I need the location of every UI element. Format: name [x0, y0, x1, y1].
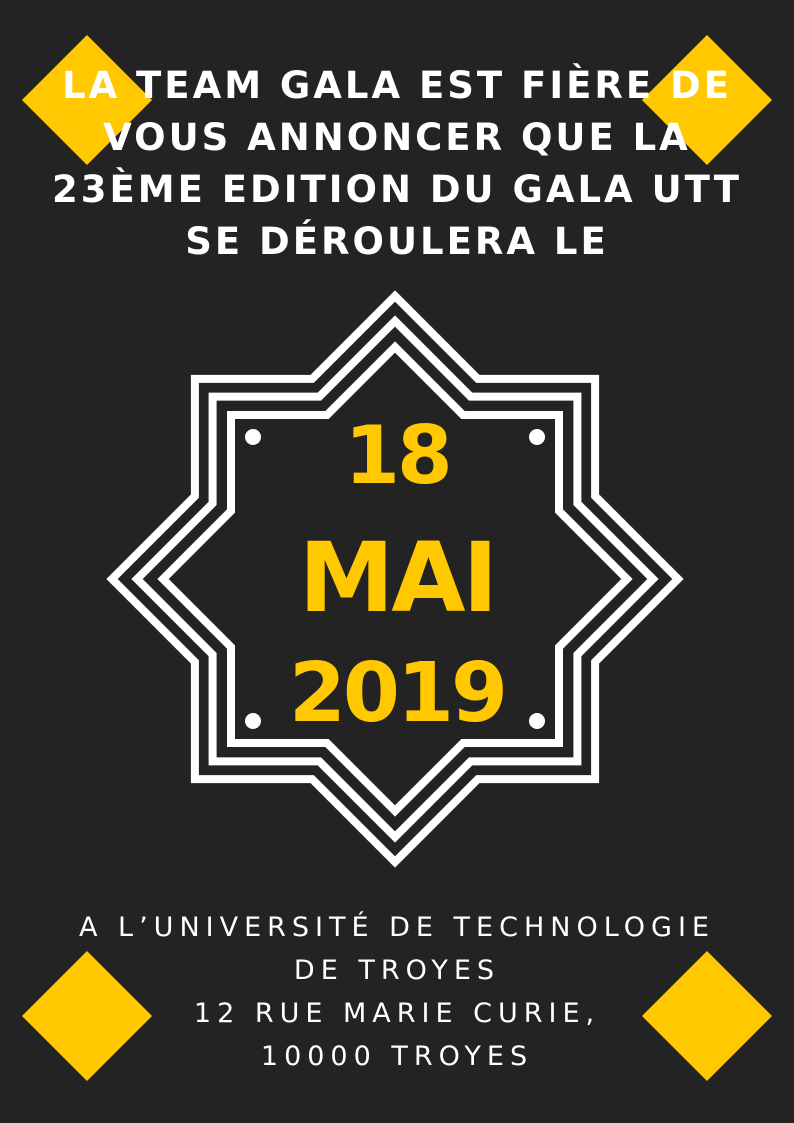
event-location: A L’UNIVERSITÉ DE TECHNOLOGIE DE TROYES … — [0, 906, 794, 1078]
location-line: DE TROYES — [293, 955, 501, 986]
event-month: MAI — [298, 522, 499, 634]
location-line: A L’UNIVERSITÉ DE TECHNOLOGIE — [79, 912, 715, 943]
location-line: 10000 TROYES — [260, 1041, 534, 1072]
location-line: 12 RUE MARIE CURIE, — [193, 998, 601, 1029]
event-year: 2019 — [288, 646, 508, 741]
event-day: 18 — [344, 409, 452, 502]
